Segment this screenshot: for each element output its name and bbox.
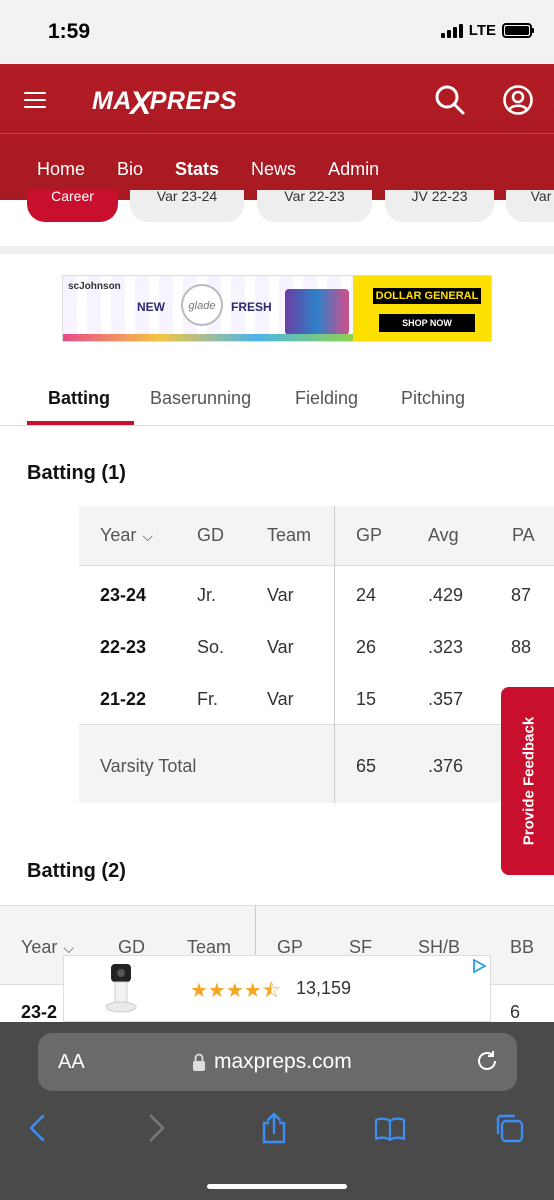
table-row-team: Var: [267, 637, 294, 657]
adchoices-icon[interactable]: [472, 959, 486, 973]
table-row-gd: So.: [197, 637, 225, 657]
season-pill-var[interactable]: Var: [506, 190, 554, 222]
column-divider: [334, 506, 335, 803]
table-row-year: 23-24: [100, 585, 147, 605]
table-row-gd: Fr.: [197, 689, 218, 709]
network-label: LTE: [468, 22, 496, 39]
ad-product-logo: glade: [181, 284, 223, 326]
chevron-down-icon: ⌵: [142, 528, 153, 544]
tabs-icon[interactable]: [493, 1112, 525, 1144]
batting-1-title: Batting (1): [27, 462, 126, 484]
table-row-gp: 26: [356, 637, 377, 657]
address-bar[interactable]: AA maxpreps.com: [38, 1033, 517, 1091]
total-avg: .376: [428, 756, 464, 776]
ad-retailer-panel: DOLLAR GENERAL SHOP NOW: [353, 276, 491, 341]
status-time: 1:59: [48, 20, 91, 43]
camera-device-image: [105, 964, 137, 1013]
forward-icon[interactable]: [140, 1112, 172, 1144]
table-row-avg: .429: [428, 585, 464, 605]
tab-pitching[interactable]: Pitching: [401, 388, 465, 409]
share-icon[interactable]: [258, 1112, 290, 1144]
ad-text-new: NEW: [137, 300, 165, 314]
site-header: MAXPREPS Home Bio Stats News Admin: [0, 64, 554, 200]
tab-batting[interactable]: Batting: [48, 388, 110, 409]
menu-icon[interactable]: [24, 92, 46, 108]
column-header-gp[interactable]: GP: [356, 525, 382, 546]
ad-color-stripe: [63, 334, 353, 341]
ad-shop-now-button[interactable]: SHOP NOW: [379, 314, 475, 332]
ad-glade-panel: scJohnson NEW glade FRESH: [63, 276, 353, 341]
season-pill-jv-22-23[interactable]: JV 22-23: [385, 190, 494, 222]
table-row-team: Var: [267, 585, 294, 605]
table-row-year: 21-22: [100, 689, 147, 709]
rating-stars: ★★★★⯪: [190, 980, 281, 1002]
table-row-year: 22-23: [100, 637, 147, 657]
column-header-year[interactable]: Year ⌵: [100, 525, 153, 546]
table-row-pa: 88: [511, 637, 532, 657]
table-row-gp: 24: [356, 585, 377, 605]
url-text: maxpreps.com: [214, 1050, 352, 1073]
stat-category-tabs: Batting Baserunning Fielding Pitching: [0, 376, 554, 426]
batting-1-table: Year ⌵ GD Team GP Avg PA 23-24 Jr. Var 24…: [79, 506, 554, 803]
ad-banner[interactable]: scJohnson NEW glade FRESH DOLLAR GENERAL…: [62, 275, 492, 342]
table-row-avg: .357: [428, 689, 464, 709]
back-icon[interactable]: [22, 1112, 54, 1144]
tab-fielding[interactable]: Fielding: [295, 388, 358, 409]
table-row-avg: .323: [428, 637, 464, 657]
search-icon[interactable]: [434, 84, 466, 116]
total-label: Varsity Total: [100, 756, 197, 776]
season-pill-var-23-24[interactable]: Var 23-24: [130, 190, 244, 222]
column-header-avg[interactable]: Avg: [428, 525, 459, 546]
battery-icon: [502, 23, 534, 38]
column-header-bb[interactable]: BB: [510, 937, 534, 958]
feedback-label: Provide Feedback: [520, 716, 538, 846]
reload-icon[interactable]: [475, 1049, 499, 1073]
ad-brand-logo: scJohnson: [68, 281, 121, 292]
table-row-gp: 15: [356, 689, 377, 709]
home-indicator[interactable]: [207, 1184, 347, 1189]
tab-baserunning[interactable]: Baserunning: [150, 388, 251, 409]
season-selector: Career Var 23-24 Var 22-23 JV 22-23 Var: [0, 190, 554, 228]
ad-text-fresh: FRESH: [231, 300, 272, 314]
total-gp: 65: [356, 756, 377, 776]
table-row-year: 23-2: [21, 1002, 58, 1022]
lock-icon: [193, 1053, 205, 1071]
batting-2-title: Batting (2): [27, 860, 126, 882]
column-header-gd[interactable]: GD: [197, 525, 224, 546]
season-pill-var-22-23[interactable]: Var 22-23: [257, 190, 372, 222]
table-row-bb: 6: [510, 1002, 521, 1022]
column-header-pa[interactable]: PA: [512, 525, 535, 546]
season-pill-career[interactable]: Career: [27, 190, 118, 222]
bookmarks-icon[interactable]: [374, 1112, 406, 1144]
status-bar: 1:59 LTE: [0, 0, 554, 64]
reader-settings-button[interactable]: AA: [58, 1051, 85, 1074]
product-ad[interactable]: ★★★★⯪ 13,159: [63, 955, 491, 1022]
ad-product-image: [285, 289, 349, 335]
rating-count: 13,159: [296, 978, 352, 998]
section-separator: [0, 246, 554, 254]
maxpreps-logo[interactable]: MAXPREPS: [92, 80, 237, 121]
active-tab-indicator: [27, 421, 134, 425]
browser-toolbar: AA maxpreps.com: [0, 1022, 554, 1200]
table-row-gd: Jr.: [197, 585, 217, 605]
status-indicators: LTE: [440, 22, 534, 39]
provide-feedback-button[interactable]: Provide Feedback: [501, 687, 554, 875]
table-row-team: Var: [267, 689, 294, 709]
ad-retailer-logo: DOLLAR GENERAL: [373, 288, 481, 304]
user-account-icon[interactable]: [502, 84, 534, 116]
column-header-team[interactable]: Team: [267, 525, 311, 546]
table-row-pa: 87: [511, 585, 532, 605]
signal-icon: [440, 23, 463, 38]
